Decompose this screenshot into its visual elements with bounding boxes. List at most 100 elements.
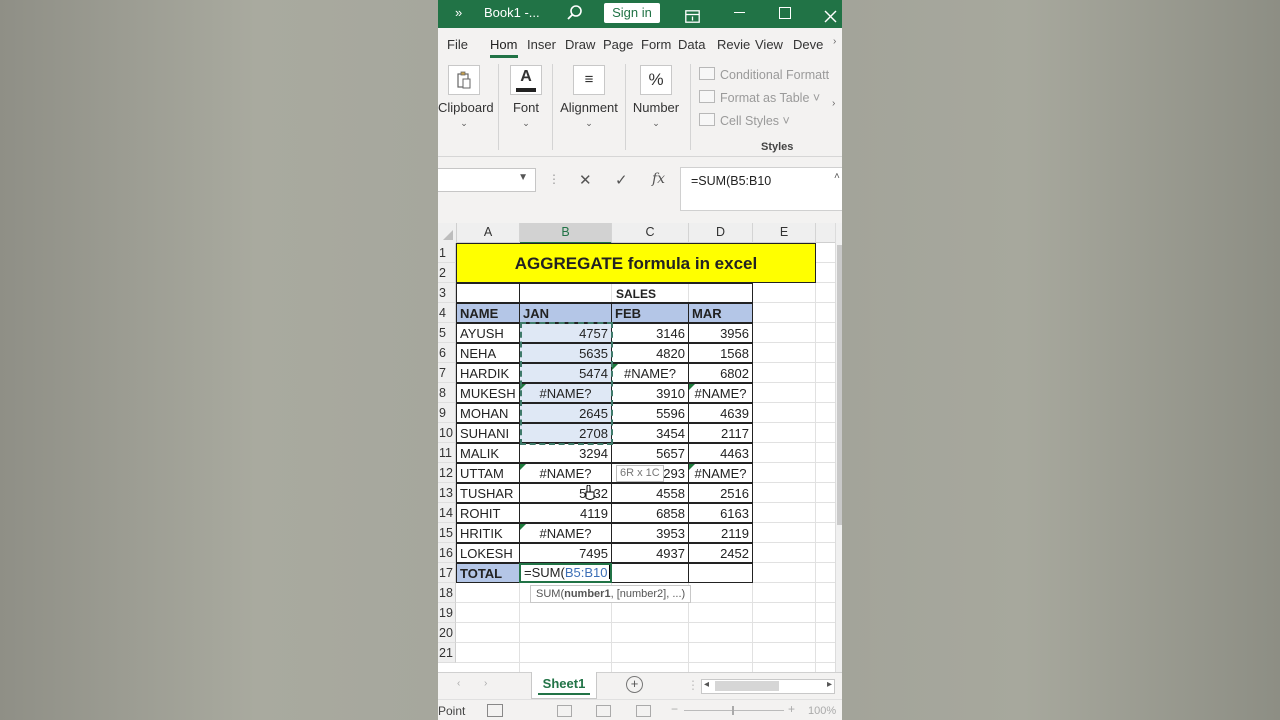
tab-review[interactable]: Revie	[717, 37, 750, 52]
value-cell[interactable]: 6163	[688, 503, 753, 523]
tabs-scroll-right-icon[interactable]: ›	[833, 36, 836, 47]
row-header[interactable]: 4	[438, 303, 456, 323]
tab-file[interactable]: File	[447, 37, 468, 52]
row-header[interactable]: 8	[438, 383, 456, 403]
horizontal-scrollbar[interactable]: ◂ ▸	[701, 679, 835, 694]
row-header[interactable]: 13	[438, 483, 456, 503]
error-indicator-icon[interactable]	[520, 464, 526, 470]
function-argument-tooltip[interactable]: SUM(number1, [number2], ...)	[530, 585, 692, 603]
error-indicator-icon[interactable]	[689, 464, 695, 470]
table-header-cell[interactable]: FEB	[611, 303, 689, 323]
value-cell[interactable]: #NAME?	[519, 463, 612, 483]
horizontal-scroll-thumb[interactable]	[715, 681, 779, 691]
zoom-in-icon[interactable]: +	[788, 702, 795, 716]
tab-data[interactable]: Data	[678, 37, 705, 52]
search-icon[interactable]	[566, 4, 586, 24]
name-cell[interactable]: LOKESH	[456, 543, 520, 563]
zoom-slider-thumb[interactable]	[732, 706, 734, 715]
table-header-cell[interactable]: JAN	[519, 303, 612, 323]
column-header-d[interactable]: D	[689, 223, 753, 243]
accessibility-icon[interactable]	[487, 704, 503, 717]
format-as-table-button[interactable]: Format as Table ˅	[699, 90, 820, 105]
value-cell[interactable]: #NAME?	[519, 383, 612, 403]
page-layout-view-icon[interactable]	[596, 705, 611, 717]
row-header[interactable]: 1	[438, 243, 456, 263]
value-cell[interactable]: 2516	[688, 483, 753, 503]
value-cell[interactable]: 4937	[611, 543, 689, 563]
value-cell[interactable]: 4463	[688, 443, 753, 463]
row-header[interactable]: 18	[438, 583, 456, 603]
zoom-slider[interactable]	[684, 710, 784, 711]
row-header[interactable]: 6	[438, 343, 456, 363]
total-label-cell[interactable]: TOTAL	[456, 563, 520, 583]
scroll-sheets-right-icon[interactable]: ›	[484, 678, 487, 689]
vertical-scroll-thumb[interactable]	[837, 245, 842, 525]
value-cell[interactable]: 3294	[519, 443, 612, 463]
row-header[interactable]: 2	[438, 263, 456, 283]
name-box[interactable]: ▼	[438, 168, 536, 192]
value-cell[interactable]: 5132	[519, 483, 612, 503]
row-header[interactable]: 20	[438, 623, 456, 643]
sales-header-cell[interactable]: SALES	[519, 283, 753, 303]
value-cell[interactable]: 5657	[611, 443, 689, 463]
quick-access-overflow[interactable]: »	[455, 0, 462, 28]
value-cell[interactable]: #NAME?	[688, 383, 753, 403]
row-header[interactable]: 14	[438, 503, 456, 523]
value-cell[interactable]: 4639	[688, 403, 753, 423]
value-cell[interactable]: 3910	[611, 383, 689, 403]
name-cell[interactable]: SUHANI	[456, 423, 520, 443]
sign-in-button[interactable]: Sign in	[604, 3, 660, 23]
tab-formulas[interactable]: Form	[641, 37, 671, 52]
row-header[interactable]: 21	[438, 643, 456, 663]
cell-a3[interactable]	[456, 283, 520, 303]
insert-function-icon[interactable]: fx	[652, 171, 665, 187]
row-header[interactable]: 7	[438, 363, 456, 383]
name-cell[interactable]: NEHA	[456, 343, 520, 363]
value-cell[interactable]: 3146	[611, 323, 689, 343]
value-cell[interactable]: 1568	[688, 343, 753, 363]
scroll-sheets-left-icon[interactable]: ‹	[457, 678, 460, 689]
add-sheet-icon[interactable]: +	[626, 676, 643, 693]
formula-input[interactable]: =SUM(B5:B10	[680, 167, 842, 211]
name-cell[interactable]: TUSHAR	[456, 483, 520, 503]
row-header[interactable]: 19	[438, 603, 456, 623]
scroll-right-icon[interactable]: ▸	[827, 679, 832, 690]
table-header-cell[interactable]: NAME	[456, 303, 520, 323]
total-formula-cell[interactable]: =SUM(B5:B10	[519, 563, 612, 583]
tab-draw[interactable]: Draw	[565, 37, 595, 52]
name-cell[interactable]: MUKESH	[456, 383, 520, 403]
collapse-formula-bar-icon[interactable]: ˄	[834, 171, 840, 182]
tab-page-layout[interactable]: Page	[603, 37, 633, 52]
minimize-icon[interactable]	[734, 12, 745, 13]
value-cell[interactable]: 2119	[688, 523, 753, 543]
chevron-down-icon[interactable]: ▼	[518, 172, 528, 183]
name-cell[interactable]: AYUSH	[456, 323, 520, 343]
row-header[interactable]: 15	[438, 523, 456, 543]
value-cell[interactable]: 6802	[688, 363, 753, 383]
row-header[interactable]: 12	[438, 463, 456, 483]
name-cell[interactable]: UTTAM	[456, 463, 520, 483]
sheet-bar-grip[interactable]: ⋮	[687, 678, 699, 692]
value-cell[interactable]: 7495	[519, 543, 612, 563]
name-cell[interactable]: ROHIT	[456, 503, 520, 523]
name-cell[interactable]: HARDIK	[456, 363, 520, 383]
scroll-left-icon[interactable]: ◂	[704, 679, 709, 690]
table-header-cell[interactable]: MAR	[688, 303, 753, 323]
tab-developer[interactable]: Deve	[793, 37, 823, 52]
name-cell[interactable]: MALIK	[456, 443, 520, 463]
row-header[interactable]: 5	[438, 323, 456, 343]
value-cell[interactable]: 6858	[611, 503, 689, 523]
close-icon[interactable]	[824, 6, 838, 23]
value-cell[interactable]: 4119	[519, 503, 612, 523]
ribbon-scroll-right[interactable]: ›	[830, 58, 842, 156]
value-cell[interactable]: #NAME?	[688, 463, 753, 483]
value-cell[interactable]: #NAME?	[519, 523, 612, 543]
vertical-scrollbar[interactable]	[835, 223, 842, 672]
function-name[interactable]: SUM(	[536, 588, 564, 600]
row-header[interactable]: 3	[438, 283, 456, 303]
name-cell[interactable]: HRITIK	[456, 523, 520, 543]
column-header-a[interactable]: A	[457, 223, 520, 243]
row-header[interactable]: 16	[438, 543, 456, 563]
value-cell[interactable]: 5635	[519, 343, 612, 363]
maximize-icon[interactable]	[779, 7, 791, 19]
